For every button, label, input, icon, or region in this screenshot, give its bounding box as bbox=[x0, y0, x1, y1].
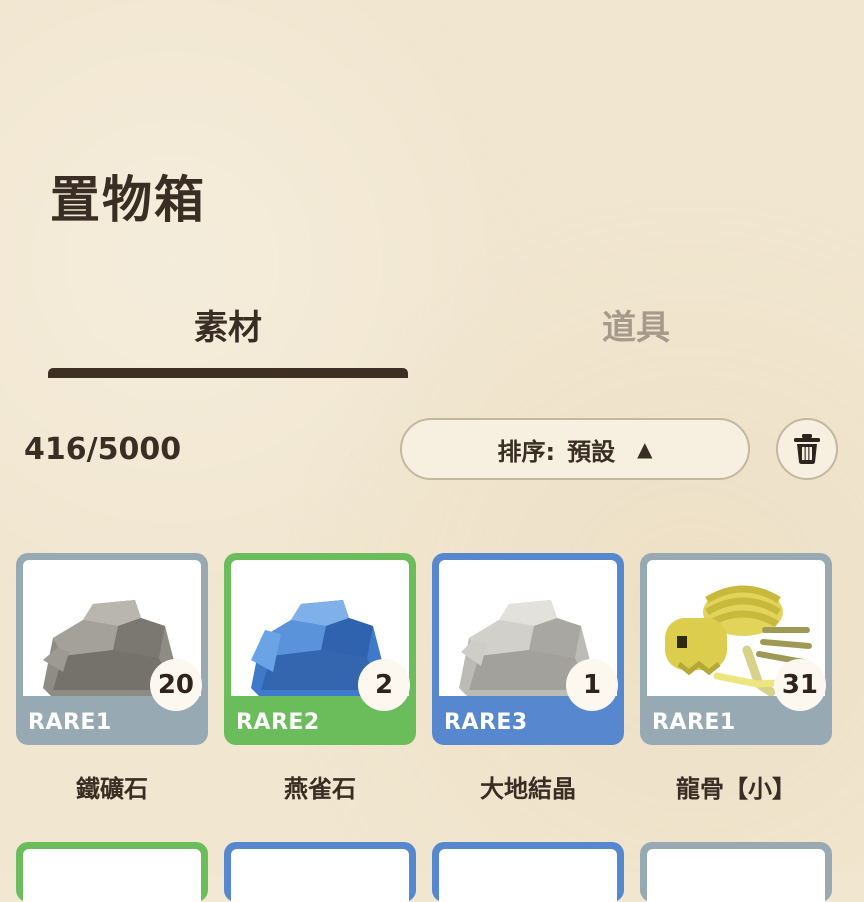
item-image bbox=[647, 849, 825, 902]
item-card[interactable]: 2 RARE2 bbox=[224, 553, 416, 745]
item-card[interactable]: 31 RARE1 bbox=[640, 553, 832, 745]
tab-bar: 素材 道具 bbox=[0, 290, 864, 380]
item-tile[interactable]: 31 RARE1 龍骨【小】 bbox=[640, 553, 832, 804]
sort-text: 排序: 預設 bbox=[498, 432, 616, 467]
sort-label: 排序: bbox=[497, 437, 556, 466]
item-card-partial[interactable] bbox=[640, 842, 832, 902]
item-quantity-badge: 2 bbox=[358, 659, 410, 711]
item-card[interactable]: 20 RARE1 bbox=[16, 553, 208, 745]
item-image bbox=[231, 849, 409, 902]
item-card-partial[interactable] bbox=[432, 842, 624, 902]
active-tab-indicator bbox=[48, 368, 408, 378]
item-rarity: RARE1 bbox=[652, 710, 736, 735]
item-name: 燕雀石 bbox=[284, 775, 356, 803]
storage-capacity: 416/5000 bbox=[24, 432, 182, 467]
page-title: 置物箱 bbox=[50, 171, 206, 229]
item-quantity-badge: 31 bbox=[773, 659, 826, 711]
item-quantity-badge: 20 bbox=[149, 659, 202, 711]
item-tile[interactable]: 1 RARE3 大地結晶 bbox=[432, 553, 624, 804]
item-card-partial[interactable] bbox=[16, 842, 208, 902]
item-rarity: RARE3 bbox=[444, 710, 528, 735]
item-card[interactable]: 1 RARE3 bbox=[432, 553, 624, 745]
item-image bbox=[23, 849, 201, 902]
item-rarity: RARE1 bbox=[28, 710, 112, 735]
item-tile[interactable]: 2 RARE2 燕雀石 bbox=[224, 553, 416, 804]
trash-icon bbox=[794, 434, 820, 464]
tab-materials[interactable]: 素材 bbox=[48, 300, 408, 349]
item-name: 龍骨【小】 bbox=[676, 775, 796, 803]
sort-value: 預設 bbox=[567, 437, 616, 466]
tab-items[interactable]: 道具 bbox=[456, 300, 816, 349]
sort-button[interactable]: 排序: 預設 ▲ bbox=[400, 418, 750, 480]
item-rarity: RARE2 bbox=[236, 710, 320, 735]
item-name: 鐵礦石 bbox=[76, 775, 148, 803]
trash-button[interactable] bbox=[776, 418, 838, 480]
item-name: 大地結晶 bbox=[480, 775, 576, 803]
item-card-partial[interactable] bbox=[224, 842, 416, 902]
triangle-up-icon: ▲ bbox=[637, 437, 653, 461]
item-quantity-badge: 1 bbox=[566, 659, 618, 711]
item-tile[interactable]: 20 RARE1 鐵礦石 bbox=[16, 553, 208, 804]
item-image bbox=[439, 849, 617, 902]
